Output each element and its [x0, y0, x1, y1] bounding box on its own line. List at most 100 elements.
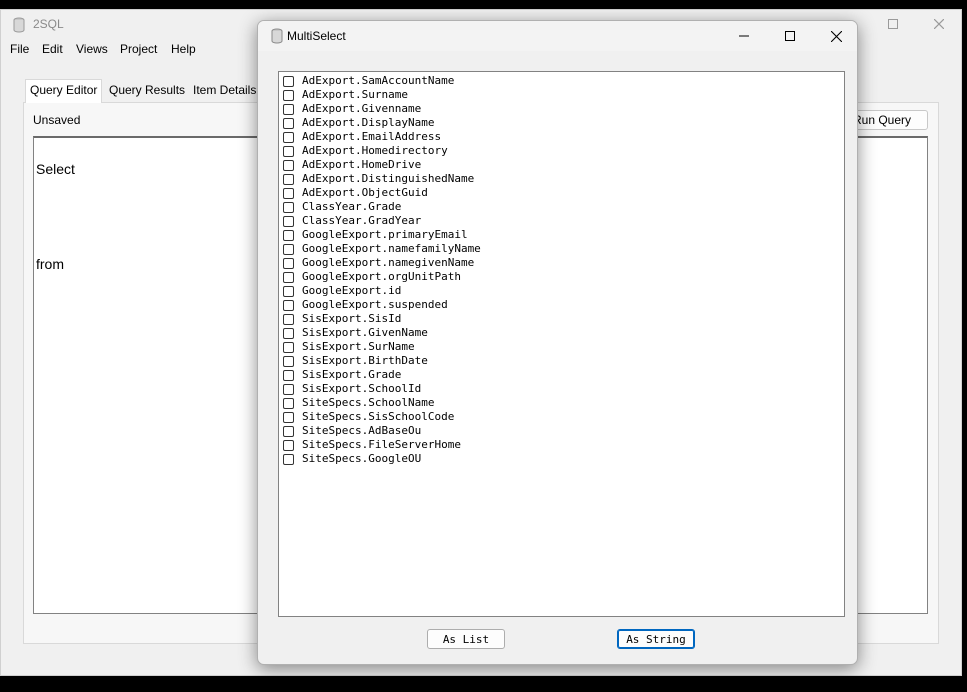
- checkbox[interactable]: [283, 271, 294, 283]
- checkbox[interactable]: [283, 243, 294, 255]
- list-item[interactable]: GoogleExport.id: [283, 284, 401, 298]
- list-item[interactable]: AdExport.EmailAddress: [283, 130, 441, 144]
- list-item[interactable]: AdExport.HomeDrive: [283, 158, 421, 172]
- save-status-label: Unsaved: [33, 113, 81, 127]
- dialog-title: MultiSelect: [287, 29, 346, 43]
- checkbox[interactable]: [283, 299, 294, 311]
- list-item[interactable]: ClassYear.Grade: [283, 200, 401, 214]
- list-item[interactable]: SiteSpecs.AdBaseOu: [283, 424, 421, 438]
- list-item[interactable]: GoogleExport.primaryEmail: [283, 228, 468, 242]
- checkbox[interactable]: [283, 285, 294, 297]
- list-item[interactable]: SisExport.SchoolId: [283, 382, 421, 396]
- menu-edit[interactable]: Edit: [42, 42, 63, 56]
- checkbox[interactable]: [283, 159, 294, 171]
- list-item[interactable]: SisExport.SisId: [283, 312, 401, 326]
- list-item[interactable]: AdExport.ObjectGuid: [283, 186, 428, 200]
- maximize-icon: [785, 31, 795, 41]
- list-item[interactable]: GoogleExport.suspended: [283, 298, 448, 312]
- list-item[interactable]: GoogleExport.namefamilyName: [283, 242, 481, 256]
- list-item[interactable]: SiteSpecs.FileServerHome: [283, 438, 461, 452]
- list-item[interactable]: GoogleExport.orgUnitPath: [283, 270, 461, 284]
- close-button[interactable]: [916, 10, 962, 38]
- list-item-label: SiteSpecs.FileServerHome: [302, 438, 461, 451]
- list-item-label: SiteSpecs.SchoolName: [302, 396, 435, 409]
- as-list-button[interactable]: As List: [427, 629, 505, 649]
- list-item[interactable]: SiteSpecs.SisSchoolCode: [283, 410, 454, 424]
- checkbox[interactable]: [283, 145, 294, 157]
- checkbox[interactable]: [283, 257, 294, 269]
- checkbox[interactable]: [283, 369, 294, 381]
- list-item[interactable]: AdExport.Givenname: [283, 102, 421, 116]
- minimize-button[interactable]: [721, 21, 767, 51]
- checkbox[interactable]: [283, 201, 294, 213]
- checkbox[interactable]: [283, 103, 294, 115]
- list-item-label: SisExport.Grade: [302, 368, 402, 381]
- list-item-label: GoogleExport.id: [302, 284, 402, 297]
- query-line: Select: [36, 161, 75, 177]
- list-item[interactable]: ClassYear.GradYear: [283, 214, 421, 228]
- list-item[interactable]: AdExport.DisplayName: [283, 116, 434, 130]
- as-string-button[interactable]: As String: [617, 629, 695, 649]
- list-item[interactable]: SisExport.Grade: [283, 368, 401, 382]
- list-item[interactable]: SiteSpecs.GoogleOU: [283, 452, 421, 466]
- checkbox[interactable]: [283, 439, 294, 451]
- maximize-button[interactable]: [870, 10, 916, 38]
- list-item-label: GoogleExport.orgUnitPath: [302, 270, 461, 283]
- list-item-label: SisExport.GivenName: [302, 326, 428, 339]
- checkbox[interactable]: [283, 173, 294, 185]
- list-item-label: AdExport.SamAccountName: [302, 74, 455, 87]
- checkbox[interactable]: [283, 89, 294, 101]
- list-item[interactable]: SisExport.GivenName: [283, 326, 428, 340]
- checkbox[interactable]: [283, 131, 294, 143]
- list-item[interactable]: SisExport.SurName: [283, 340, 415, 354]
- dialog-titlebar[interactable]: MultiSelect: [258, 21, 857, 51]
- menu-file[interactable]: File: [10, 42, 29, 56]
- list-item[interactable]: AdExport.DistinguishedName: [283, 172, 474, 186]
- list-item-label: GoogleExport.suspended: [302, 298, 448, 311]
- list-item-label: SisExport.BirthDate: [302, 354, 428, 367]
- list-item[interactable]: SisExport.BirthDate: [283, 354, 428, 368]
- tab-query-results[interactable]: Query Results: [105, 80, 189, 102]
- checkbox[interactable]: [283, 425, 294, 437]
- checkbox[interactable]: [283, 383, 294, 395]
- multiselect-dialog: MultiSelect AdExport.SamAccountName AdExp…: [257, 20, 858, 665]
- query-line: from: [36, 256, 64, 272]
- list-item-label: AdExport.Givenname: [302, 102, 422, 115]
- menu-project[interactable]: Project: [120, 42, 157, 56]
- field-checklist[interactable]: AdExport.SamAccountName AdExport.Surname A…: [278, 71, 845, 617]
- checkbox[interactable]: [283, 117, 294, 129]
- checkbox[interactable]: [283, 355, 294, 367]
- list-item-label: AdExport.ObjectGuid: [302, 186, 428, 199]
- list-item-label: SisExport.SchoolId: [302, 382, 422, 395]
- tab-query-editor[interactable]: Query Editor: [25, 79, 103, 103]
- menu-help[interactable]: Help: [171, 42, 196, 56]
- list-item-label: SiteSpecs.GoogleOU: [302, 452, 422, 465]
- list-item[interactable]: AdExport.Homedirectory: [283, 144, 448, 158]
- checkbox[interactable]: [283, 327, 294, 339]
- checkbox[interactable]: [283, 215, 294, 227]
- list-item-label: AdExport.Surname: [302, 88, 408, 101]
- list-item[interactable]: GoogleExport.namegivenName: [283, 256, 474, 270]
- list-item-label: ClassYear.GradYear: [302, 214, 422, 227]
- list-item-label: GoogleExport.namegivenName: [302, 256, 475, 269]
- checkbox[interactable]: [283, 75, 294, 87]
- tab-item-details[interactable]: Item Details: [189, 80, 260, 102]
- close-icon: [830, 30, 842, 42]
- list-item-label: SiteSpecs.SisSchoolCode: [302, 410, 455, 423]
- list-item[interactable]: SiteSpecs.SchoolName: [283, 396, 434, 410]
- checkbox[interactable]: [283, 187, 294, 199]
- minimize-icon: [739, 35, 749, 37]
- checkbox[interactable]: [283, 453, 294, 465]
- close-icon: [934, 19, 944, 29]
- checkbox[interactable]: [283, 229, 294, 241]
- checkbox[interactable]: [283, 341, 294, 353]
- list-item[interactable]: AdExport.Surname: [283, 88, 408, 102]
- checkbox[interactable]: [283, 411, 294, 423]
- close-button[interactable]: [813, 21, 857, 51]
- menu-views[interactable]: Views: [76, 42, 108, 56]
- checkbox[interactable]: [283, 397, 294, 409]
- maximize-button[interactable]: [767, 21, 813, 51]
- list-item-label: AdExport.DisplayName: [302, 116, 435, 129]
- checkbox[interactable]: [283, 313, 294, 325]
- list-item[interactable]: AdExport.SamAccountName: [283, 74, 454, 88]
